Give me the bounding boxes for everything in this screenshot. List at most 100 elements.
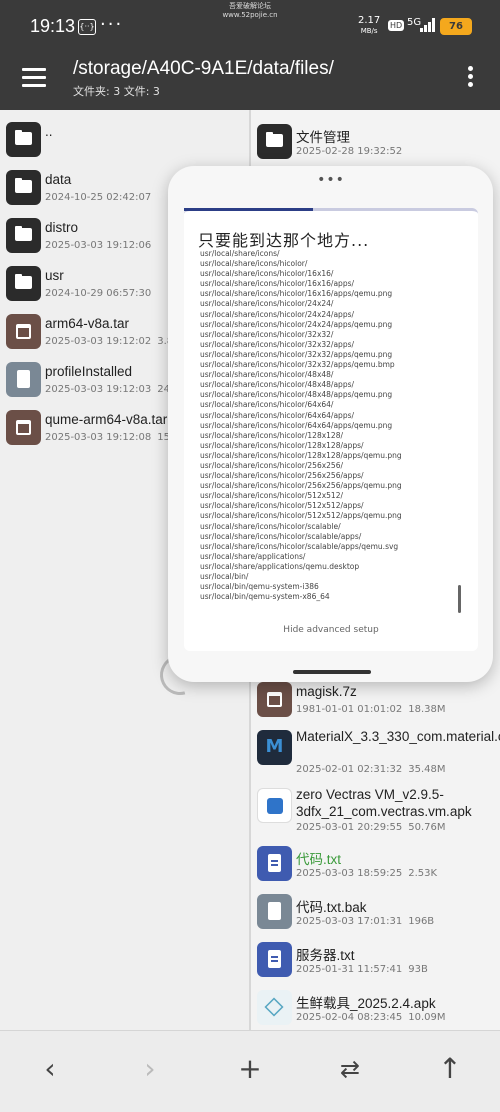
file-meta: 2025-02-01 02:31:32 35.48M — [296, 764, 445, 775]
log-line: usr/local/share/icons/hicolor/16x16/apps… — [200, 289, 393, 299]
log-line: usr/local/share/icons/hicolor/16x16/apps… — [200, 279, 355, 289]
more-notifications-icon: ··· — [100, 14, 124, 35]
log-line: usr/local/share/icons/hicolor/48x48/apps… — [200, 380, 355, 390]
log-line: usr/local/share/icons/hicolor/64x64/apps… — [200, 410, 355, 420]
log-line: usr/local/share/icons/hicolor/256x256/ap… — [200, 481, 402, 491]
log-line: usr/local/share/icons/hicolor/24x24/ — [200, 299, 334, 309]
log-line: usr/local/share/icons/hicolor/64x64/apps… — [200, 420, 393, 430]
log-line: usr/local/share/icons/hicolor/32x32/ — [200, 329, 334, 339]
log-line: usr/local/share/icons/hicolor/ — [200, 259, 308, 269]
log-line: usr/local/share/applications/ — [200, 551, 306, 561]
file-name: .. — [45, 124, 53, 139]
add-icon[interactable]: + — [228, 1047, 272, 1091]
menu-icon[interactable] — [22, 68, 46, 88]
file-meta: 2025-01-31 11:57:41 93B — [296, 964, 428, 975]
watermark-line2: www.52pojie.cn — [222, 11, 278, 19]
file-date: 2025-03-01 20:29:55 — [296, 822, 403, 833]
file-name: usr — [45, 268, 64, 283]
log-line: usr/local/share/icons/hicolor/scalable/ — [200, 521, 341, 531]
window-menu-icon[interactable]: ••• — [316, 172, 346, 188]
file-name: magisk.7z — [296, 684, 357, 699]
list-item[interactable]: MaterialX_3.3_330_com.material.component… — [251, 724, 500, 788]
network-speed: 2.17 MB/s — [358, 16, 380, 36]
folder-icon — [6, 266, 41, 301]
file-name: MaterialX_3.3_330_com.material.component… — [296, 729, 500, 744]
forward-icon[interactable]: › — [128, 1047, 172, 1091]
log-line: usr/local/bin/ — [200, 572, 249, 581]
floating-window[interactable]: ••• 只要能到达那个地方... usr/local/share/icons/u… — [168, 166, 493, 682]
file-icon — [6, 362, 41, 397]
apk-package-icon — [257, 990, 292, 1025]
setup-dialog: 只要能到达那个地方... usr/local/share/icons/usr/l… — [184, 208, 478, 651]
file-name: zero Vectras VM_v2.9.5-3dfx_21_com.vectr… — [296, 787, 472, 819]
file-name: arm64-v8a.tar — [45, 316, 130, 331]
log-scrollbar[interactable] — [458, 585, 461, 613]
watermark: 吾爱破解论坛 www.52pojie.cn — [200, 2, 300, 20]
file-meta: 2025-03-03 17:01:31 196B — [296, 916, 434, 927]
file-name: profileInstalled — [45, 364, 133, 379]
text-file-icon — [257, 846, 292, 881]
file-meta: 2025-03-03 19:12:023.81M — [45, 336, 188, 347]
file-size: 10.09M — [408, 1012, 446, 1023]
file-meta: 2025-03-03 18:59:25 2.53K — [296, 868, 437, 879]
app-notification-icon: {··} — [78, 19, 96, 35]
window-drag-handle[interactable] — [293, 670, 371, 674]
up-directory-icon[interactable]: ↑ — [428, 1047, 472, 1091]
file-date: 2025-01-31 11:57:41 — [296, 964, 403, 975]
log-line: usr/local/share/icons/hicolor/256x256/ap… — [200, 471, 364, 481]
hide-advanced-setup-link[interactable]: Hide advanced setup — [184, 625, 478, 635]
materialx-app-icon — [257, 730, 292, 765]
bottom-toolbar: ‹ › + ⇄ ↑ — [0, 1030, 500, 1112]
overflow-menu-icon[interactable] — [466, 66, 474, 90]
list-item[interactable]: zero Vectras VM_v2.9.5-3dfx_21_com.vectr… — [251, 782, 500, 846]
file-name: data — [45, 172, 72, 187]
file-date: 2024-10-29 06:57:30 — [45, 288, 152, 299]
file-date: 2025-03-03 17:01:31 — [296, 916, 403, 927]
app-bar: /storage/A40C-9A1E/data/files/ 文件夹: 3 文件… — [0, 52, 500, 110]
file-name: 文件管理 — [296, 130, 350, 145]
log-line: usr/local/share/icons/hicolor/128x128/ — [200, 430, 344, 440]
file-date: 2024-10-25 02:42:07 — [45, 192, 152, 203]
file-meta: 1981-01-01 01:01:02 18.38M — [296, 704, 445, 715]
folder-icon — [6, 170, 41, 205]
log-line: usr/local/bin/qemu-system-x86_64 — [200, 592, 330, 602]
list-item[interactable]: 生鲜载具_2025.2.4.apk 2025-02-04 08:23:45 10.… — [251, 984, 500, 1030]
network-type: 5G — [407, 17, 422, 28]
log-line: usr/local/share/icons/hicolor/512x512/ — [200, 491, 344, 501]
file-name: 服务器.txt — [296, 948, 355, 963]
log-line: usr/local/share/icons/hicolor/512x512/ap… — [200, 511, 402, 521]
log-line: usr/local/share/icons/hicolor/64x64/ — [200, 400, 334, 410]
file-meta: 2025-02-04 08:23:45 10.09M — [296, 1012, 445, 1023]
file-size: 18.38M — [408, 704, 446, 715]
file-date: 2025-03-03 19:12:02 — [45, 336, 152, 347]
item-counts: 文件夹: 3 文件: 3 — [73, 85, 160, 98]
back-icon[interactable]: ‹ — [28, 1047, 72, 1091]
archive-icon — [6, 410, 41, 445]
network-speed-unit: MB/s — [360, 27, 378, 35]
log-line: usr/local/share/icons/hicolor/48x48/apps… — [200, 390, 393, 400]
signal-icon — [420, 18, 435, 32]
folder-icon — [257, 124, 292, 159]
file-date: 2025-03-03 19:12:06 — [45, 240, 152, 251]
battery-icon: 76 — [440, 18, 472, 35]
log-line: usr/local/share/icons/hicolor/24x24/apps… — [200, 319, 393, 329]
file-meta: 2025-03-03 19:12:0324B — [45, 384, 177, 395]
file-name: 代码.txt — [296, 852, 342, 867]
log-line: usr/local/share/icons/hicolor/512x512/ap… — [200, 501, 364, 511]
log-line: usr/local/share/icons/hicolor/scalable/a… — [200, 531, 362, 541]
swap-panes-icon[interactable]: ⇄ — [328, 1047, 372, 1091]
log-line: usr/local/share/icons/hicolor/128x128/ap… — [200, 440, 364, 450]
archive-icon — [257, 682, 292, 717]
file-size: 35.48M — [408, 764, 446, 775]
log-line: usr/local/share/icons/hicolor/scalable/a… — [200, 541, 399, 551]
folder-icon — [6, 122, 41, 157]
log-line: usr/local/share/icons/hicolor/24x24/apps… — [200, 309, 355, 319]
file-date: 2025-02-28 19:32:52 — [296, 146, 403, 157]
file-name: 代码.txt.bak — [296, 900, 367, 915]
network-speed-value: 2.17 — [358, 15, 381, 26]
vectras-app-icon — [257, 788, 292, 823]
log-line: usr/local/share/icons/hicolor/32x32/apps… — [200, 339, 355, 349]
archive-icon — [6, 314, 41, 349]
extraction-log[interactable]: usr/local/share/icons/usr/local/share/ic… — [200, 249, 460, 604]
file-date: 2025-03-03 19:12:08 — [45, 432, 152, 443]
